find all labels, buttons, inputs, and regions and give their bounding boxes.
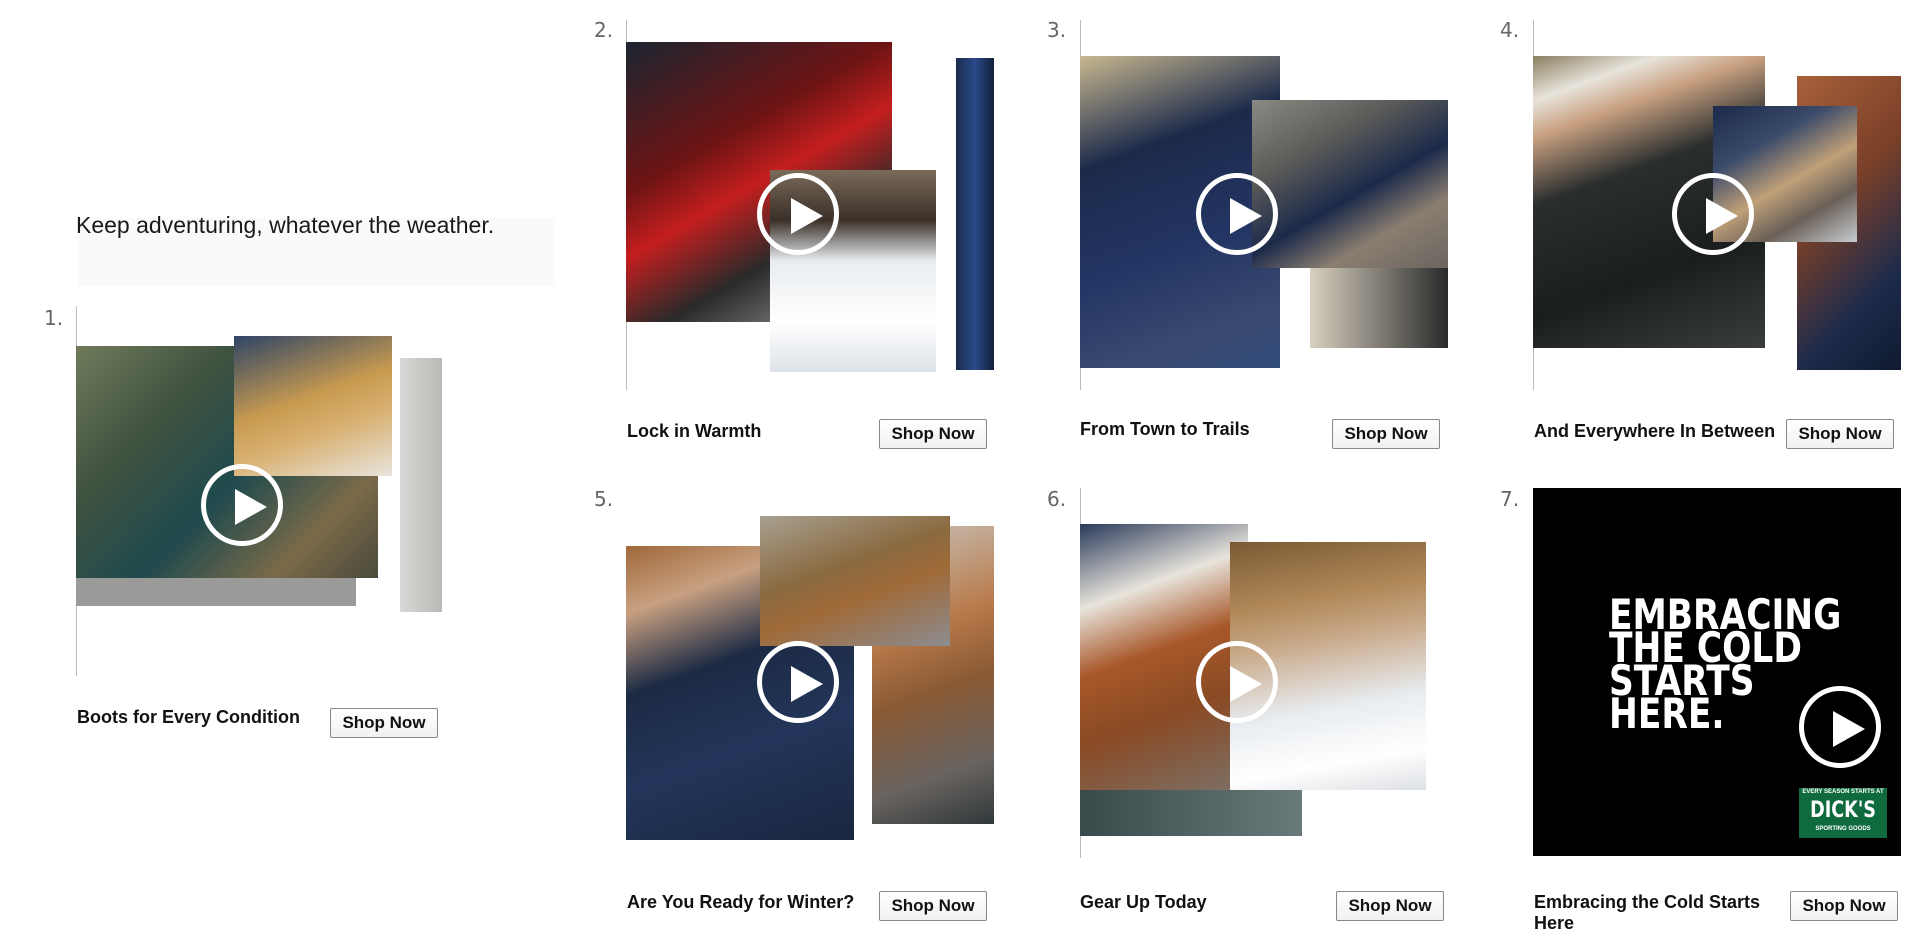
photo-gray-boots-rocks — [1252, 100, 1448, 268]
photo-timberland-boots — [760, 516, 950, 646]
shop-now-button[interactable]: Shop Now — [330, 708, 438, 738]
card-title: Embracing the Cold Starts Here — [1534, 892, 1761, 933]
video-card-5[interactable] — [626, 488, 994, 858]
card-title: Lock in Warmth — [627, 421, 762, 441]
photo-trail-detail — [1310, 268, 1448, 348]
photo-boot-detail — [400, 358, 442, 612]
card-number: 2. — [594, 18, 614, 42]
card-title: Boots for Every Condition — [77, 707, 301, 727]
video-card-4[interactable] — [1533, 20, 1901, 390]
shop-now-button[interactable]: Shop Now — [879, 419, 987, 449]
play-icon[interactable] — [1672, 173, 1754, 255]
photo-pavement — [76, 576, 356, 606]
photo-tan-boots — [234, 336, 392, 476]
video-card-6[interactable] — [1080, 488, 1448, 858]
card-number: 7. — [1500, 487, 1520, 511]
logo-name: DICK'S — [1810, 798, 1876, 823]
shop-now-button[interactable]: Shop Now — [1332, 419, 1440, 449]
video-card-7[interactable]: EMBRACING THE COLD STARTS HERE. EVERY SE… — [1533, 488, 1901, 856]
card-number: 6. — [1047, 487, 1067, 511]
card-number: 4. — [1500, 18, 1520, 42]
card-title: And Everywhere In Between — [1534, 421, 1776, 441]
dicks-logo: EVERY SEASON STARTS AT DICK'S SPORTING G… — [1799, 788, 1887, 838]
play-icon[interactable] — [757, 173, 839, 255]
play-icon[interactable] — [1196, 641, 1278, 723]
card-number: 1. — [44, 306, 64, 330]
page-tagline: Keep adventuring, whatever the weather. — [76, 212, 495, 238]
video-card-1[interactable] — [76, 306, 444, 676]
logo-subtitle: SPORTING GOODS — [1815, 826, 1871, 832]
play-icon[interactable] — [757, 641, 839, 723]
video-card-2[interactable] — [626, 20, 994, 390]
shop-now-button[interactable]: Shop Now — [1790, 891, 1898, 921]
logo-tagline: EVERY SEASON STARTS AT — [1802, 789, 1884, 795]
shop-now-button[interactable]: Shop Now — [1336, 891, 1444, 921]
photo-blue-jacket-edge — [956, 58, 994, 370]
card-number: 3. — [1047, 18, 1067, 42]
card-number: 5. — [594, 487, 614, 511]
photo-fence — [1080, 790, 1302, 836]
play-icon[interactable] — [1196, 173, 1278, 255]
video-card-3[interactable] — [1080, 20, 1448, 390]
card-title: From Town to Trails — [1080, 419, 1250, 439]
card-title: Gear Up Today — [1080, 892, 1207, 912]
play-icon[interactable] — [1799, 686, 1881, 768]
promo-panel: EMBRACING THE COLD STARTS HERE. EVERY SE… — [1533, 488, 1901, 856]
card-title: Are You Ready for Winter? — [627, 892, 855, 912]
shop-now-button[interactable]: Shop Now — [1786, 419, 1894, 449]
shop-now-button[interactable]: Shop Now — [879, 891, 987, 921]
play-icon[interactable] — [201, 464, 283, 546]
